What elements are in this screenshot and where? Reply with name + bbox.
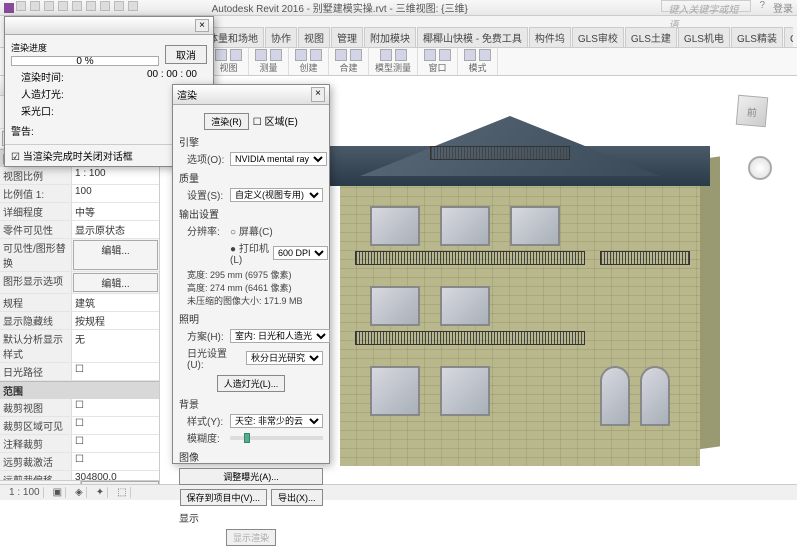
export-button[interactable]: 导出(X)... <box>271 489 323 506</box>
ribbon-tool-icon[interactable] <box>255 49 267 61</box>
property-row[interactable]: 远剪裁偏移304800.0 <box>0 471 159 480</box>
ribbon-tool-icon[interactable] <box>395 49 407 61</box>
ribbon-tool-icon[interactable] <box>464 49 476 61</box>
quality-select[interactable]: 自定义(视图专用) <box>230 188 323 202</box>
ribbon-tab[interactable]: GLS精装 <box>731 27 783 47</box>
ribbon-tool-icon[interactable] <box>230 49 242 61</box>
screen-radio[interactable]: ○ 屏幕(C) <box>230 223 273 238</box>
exposure-button[interactable]: 调整曝光(A)... <box>179 468 323 485</box>
property-row[interactable]: 裁剪区域可见 <box>0 417 159 435</box>
render-dialog: 渲染× 渲染(R) ☐ 区域(E) 引擎 选项(O):NVIDIA mental… <box>172 84 330 464</box>
ribbon-tool-icon[interactable] <box>350 49 362 61</box>
ribbon-tab[interactable]: 协作 <box>265 27 297 47</box>
render-button[interactable]: 渲染(R) <box>204 113 249 130</box>
bg-style-select[interactable]: 天空: 非常少的云 <box>230 414 323 428</box>
status-icon[interactable]: ⬚ <box>114 487 130 498</box>
ribbon-tool-icon[interactable] <box>295 49 307 61</box>
status-icon[interactable]: ✦ <box>93 487 108 498</box>
ribbon-tool-icon[interactable] <box>310 49 322 61</box>
ribbon-tool-icon[interactable] <box>380 49 392 61</box>
status-bar: 1 : 100 ▣ ◈ ✦ ⬚ <box>0 484 797 500</box>
ribbon-group: 合建 <box>329 48 369 75</box>
artificial-lights-button[interactable]: 人造灯光(L)... <box>217 375 286 392</box>
region-checkbox[interactable]: ☐ 区域(E) <box>253 113 298 130</box>
property-row[interactable]: 日光路径 <box>0 363 159 381</box>
dialog-title: 渲染 <box>177 87 197 102</box>
ribbon-tool-icon[interactable] <box>479 49 491 61</box>
ribbon-tool-icon[interactable] <box>270 49 282 61</box>
title-bar: Autodesk Revit 2016 - 别墅建模实操.rvt - 三维视图:… <box>0 0 797 16</box>
nav-wheel[interactable] <box>748 156 772 180</box>
save-button[interactable]: 保存到项目中(V)... <box>180 489 268 506</box>
revit-icon <box>4 3 14 13</box>
view-cube[interactable]: 前 <box>737 96 777 136</box>
property-row[interactable]: 裁剪视图 <box>0 399 159 417</box>
printer-radio[interactable]: ● 打印机(L) <box>230 240 270 266</box>
login-link[interactable]: 登录 <box>773 0 793 15</box>
scale-display[interactable]: 1 : 100 <box>6 487 44 498</box>
quick-access-toolbar[interactable] <box>16 1 138 11</box>
ribbon-tool-icon[interactable] <box>424 49 436 61</box>
search-input[interactable]: 键入关键字或短语 <box>661 0 751 12</box>
status-icon[interactable]: ◈ <box>72 487 87 498</box>
property-row[interactable]: 详细程度中等 <box>0 203 159 221</box>
property-row[interactable]: 显示隐藏线按规程 <box>0 312 159 330</box>
dpi-select[interactable]: 600 DPI <box>273 246 328 260</box>
ribbon-tab[interactable]: GLS土建 <box>625 27 677 47</box>
property-row[interactable]: 远剪裁激活 <box>0 453 159 471</box>
ribbon-tab[interactable]: 管理 <box>331 27 363 47</box>
ribbon-tab[interactable]: 椰椰山快模 - 免费工具 <box>417 27 528 47</box>
sun-select[interactable]: 秋分日光研究 <box>246 351 323 365</box>
ribbon-tab[interactable]: 附加模块 <box>364 27 416 47</box>
show-render-button[interactable]: 显示渲染 <box>226 529 276 546</box>
property-row[interactable]: 默认分析显示样式无 <box>0 330 159 363</box>
ribbon-tab[interactable]: GLS综合 <box>784 27 793 47</box>
progress-label: 渲染进度 <box>11 41 159 54</box>
ribbon-group: 视图 <box>209 48 249 75</box>
ribbon-tab[interactable]: 构件坞 <box>529 27 571 47</box>
ribbon-tab[interactable]: GLS审校 <box>572 27 624 47</box>
scheme-select[interactable]: 室内: 日光和人造光 <box>230 329 330 343</box>
status-icon[interactable]: ▣ <box>50 487 66 498</box>
property-row[interactable]: 视图比例1 : 100 <box>0 167 159 185</box>
ribbon-tool-icon[interactable] <box>215 49 227 61</box>
property-row[interactable]: 可见性/图形替换编辑... <box>0 239 159 272</box>
help-icon[interactable]: ? <box>759 0 765 15</box>
ribbon-group: 窗口 <box>418 48 458 75</box>
ribbon-group: 测量 <box>249 48 289 75</box>
ribbon-tab[interactable]: 视图 <box>298 27 330 47</box>
ribbon-tab[interactable]: GLS机电 <box>678 27 730 47</box>
close-on-finish-checkbox[interactable]: ☑ 当渲染完成时关闭对话框 <box>11 152 133 163</box>
progress-bar: 0 % <box>11 56 159 66</box>
ribbon-group: 创建 <box>289 48 329 75</box>
ribbon-group: 模式 <box>458 48 498 75</box>
engine-select[interactable]: NVIDIA mental ray <box>230 152 327 166</box>
property-row[interactable]: 注释裁剪 <box>0 435 159 453</box>
progress-stat: 渲染时间:00 : 00 : 00 <box>11 68 207 85</box>
property-row[interactable]: 零件可见性显示原状态 <box>0 221 159 239</box>
property-row[interactable]: 规程建筑 <box>0 294 159 312</box>
property-row[interactable]: 比例值 1:100 <box>0 185 159 203</box>
close-icon[interactable]: × <box>311 87 325 102</box>
cancel-button[interactable]: 取消 <box>165 45 207 64</box>
ribbon-tool-icon[interactable] <box>335 49 347 61</box>
property-row[interactable]: 图形显示选项编辑... <box>0 272 159 294</box>
ribbon-group: 模型测量 <box>369 48 418 75</box>
close-icon[interactable]: × <box>195 19 209 32</box>
haze-slider[interactable] <box>230 436 323 440</box>
ribbon-tool-icon[interactable] <box>439 49 451 61</box>
property-category: 范围 <box>0 381 159 399</box>
building-model <box>300 86 740 476</box>
